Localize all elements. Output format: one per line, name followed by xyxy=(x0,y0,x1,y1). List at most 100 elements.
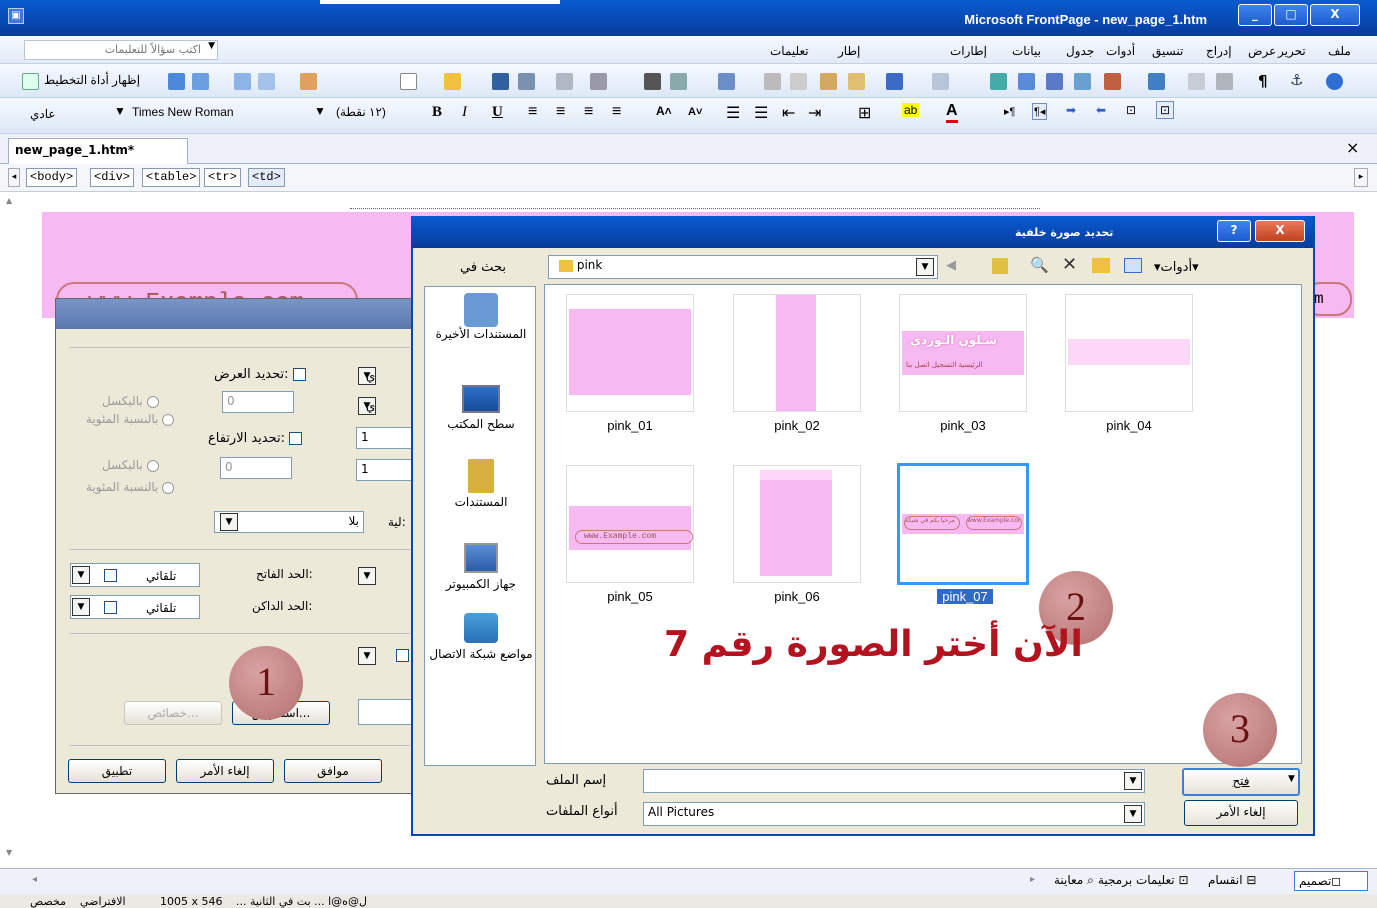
help-button[interactable]: ? xyxy=(1217,220,1251,242)
paste-icon[interactable] xyxy=(820,73,837,90)
back-icon[interactable]: ◀ xyxy=(946,258,956,273)
save-icon[interactable] xyxy=(492,73,509,90)
help-icon[interactable] xyxy=(1326,73,1343,90)
outdent-icon[interactable]: ⇤ xyxy=(782,103,795,123)
preview-icon[interactable] xyxy=(670,73,687,90)
scroll-left-icon[interactable]: ◂ xyxy=(32,874,37,885)
tag-table[interactable]: <table> xyxy=(142,168,201,187)
pilcrow-icon[interactable]: ¶ xyxy=(1258,72,1268,90)
scroll-right-icon[interactable]: ▸ xyxy=(1030,874,1035,885)
height-pct-radio[interactable]: بالنسبة المئوية xyxy=(86,480,175,494)
underline-icon[interactable]: U xyxy=(492,104,503,121)
frontpage-app-icon[interactable]: ▣ xyxy=(8,8,24,24)
bullets-icon[interactable]: ☰ xyxy=(754,103,768,123)
chevron-down-icon[interactable]: ▼ xyxy=(358,647,376,665)
menu-data[interactable]: بيانات xyxy=(1012,44,1041,58)
font-select-chevron-icon[interactable]: ▼ xyxy=(114,104,126,118)
menu-view[interactable]: عرض xyxy=(1248,44,1276,58)
tab-preview[interactable]: معاينة ⌕ xyxy=(1054,873,1094,888)
menu-help[interactable]: تعليمات xyxy=(770,44,809,58)
menu-file[interactable]: ملف xyxy=(1328,44,1351,58)
show-layout-tool[interactable]: إظهار أداة التخطيط xyxy=(44,73,140,87)
file-thumb-pink-03[interactable]: شـلون الـوردي الرئيسية التسجيل اتصل بنا xyxy=(899,294,1027,412)
scroll-up-icon[interactable]: ▲ xyxy=(6,196,12,205)
tab-split[interactable]: انقسام ⊟ xyxy=(1208,873,1256,887)
menu-frame[interactable]: إطار xyxy=(838,44,860,58)
delete-icon[interactable]: ✕ xyxy=(1062,254,1077,275)
chevron-down-icon[interactable]: ▼ xyxy=(1124,805,1142,823)
height-checkbox-label[interactable]: تحديد الارتفاع: xyxy=(208,431,303,446)
increase-font-icon[interactable]: A˄ xyxy=(656,104,672,118)
table-tool-icon[interactable] xyxy=(168,73,185,90)
anchor-icon[interactable]: ⚓ xyxy=(1290,71,1303,89)
insert-table-icon[interactable] xyxy=(1018,73,1035,90)
file-label[interactable]: pink_03 xyxy=(899,418,1027,433)
file-thumb-pink-05[interactable]: www.Example.com xyxy=(566,465,694,583)
drawing-icon[interactable] xyxy=(1104,73,1121,90)
file-label[interactable]: pink_04 xyxy=(1065,418,1193,433)
folders-icon[interactable] xyxy=(590,73,607,90)
place-recent[interactable]: المستندات الأخيرة xyxy=(425,293,537,341)
width-input[interactable]: 0 xyxy=(222,391,294,413)
menu-tools[interactable]: أدوات xyxy=(1106,44,1135,58)
decrease-font-icon[interactable]: A˅ xyxy=(688,106,702,118)
height-checkbox[interactable] xyxy=(289,432,303,445)
layer-icon[interactable] xyxy=(1046,73,1063,90)
new-folder-icon[interactable] xyxy=(1092,258,1110,273)
chevron-down-icon[interactable]: ▼ xyxy=(916,258,934,276)
picture-path-input[interactable] xyxy=(358,699,414,725)
width-px-radio[interactable]: بالبكسل xyxy=(102,394,159,408)
font-chevron-icon[interactable]: ▼ xyxy=(314,104,326,118)
menu-table[interactable]: جدول xyxy=(1066,44,1094,58)
justify-icon[interactable]: ≡ xyxy=(612,103,621,121)
minimize-button[interactable]: _ xyxy=(1238,4,1272,26)
apply-button[interactable]: تطبيق xyxy=(68,759,166,783)
tab-code[interactable]: تعليمات برمجية ⊡ xyxy=(1098,873,1189,887)
tag-scroll-left-icon[interactable]: ◂ xyxy=(8,168,20,187)
maximize-button[interactable]: □ xyxy=(1274,4,1308,26)
cell-tool-icon[interactable] xyxy=(192,73,209,90)
place-desktop[interactable]: سطح المكتب xyxy=(425,385,537,431)
menu-insert[interactable]: إدراج xyxy=(1206,44,1232,58)
background-picture-checkbox[interactable] xyxy=(396,649,409,662)
properties-icon[interactable] xyxy=(258,73,275,90)
help-search-input[interactable]: اكتب سؤالاً للتعليمات ▼ xyxy=(24,40,218,60)
tag-body[interactable]: <body> xyxy=(26,168,78,187)
tab-new-page[interactable]: new_page_1.htm* xyxy=(8,138,188,164)
layout-tool-icon[interactable] xyxy=(22,73,39,90)
file-label[interactable]: pink_05 xyxy=(566,589,694,604)
undo-icon[interactable] xyxy=(886,73,903,90)
height-px-radio[interactable]: بالبكسل xyxy=(102,458,159,472)
menu-edit[interactable]: تحرير xyxy=(1278,44,1306,58)
style-select[interactable]: عادي xyxy=(30,107,56,121)
stop-icon[interactable] xyxy=(1216,73,1233,90)
numbering-icon[interactable]: ☰ xyxy=(726,103,740,123)
bold-icon[interactable]: B xyxy=(432,104,442,121)
open-chevron-icon[interactable]: ▼ xyxy=(1288,774,1295,784)
format-painter-icon[interactable] xyxy=(848,73,865,90)
cut-icon[interactable] xyxy=(764,73,781,90)
tag-scroll-right-icon[interactable]: ▸ xyxy=(1354,168,1368,187)
open-folder-icon[interactable] xyxy=(444,73,461,90)
file-thumb-pink-07[interactable]: مرحبا بكم في شبكة www.Example.com xyxy=(897,463,1029,585)
highlight-icon[interactable]: ab xyxy=(902,103,920,117)
borders-icon[interactable]: ⊞ xyxy=(858,103,871,123)
menu-frames[interactable]: إطارات xyxy=(950,44,987,58)
hyperlink-icon[interactable] xyxy=(1148,73,1165,90)
fill-icon[interactable] xyxy=(300,73,317,90)
properties-button[interactable]: خصائص... xyxy=(124,701,222,725)
close-button[interactable]: X xyxy=(1310,4,1360,26)
width-checkbox-label[interactable]: تحديد العرض: xyxy=(214,367,306,382)
page-rtl-icon[interactable]: ⊡ xyxy=(1156,101,1175,119)
file-dialog-close-button[interactable]: X xyxy=(1255,220,1305,242)
page-ltr-icon[interactable]: ⊡ xyxy=(1126,103,1136,117)
file-label[interactable]: pink_02 xyxy=(733,418,861,433)
italic-icon[interactable]: I xyxy=(462,104,467,121)
arrow-left-icon[interactable]: ⬅ xyxy=(1096,103,1106,117)
cell-spacing-input[interactable]: 1 xyxy=(356,459,412,481)
tag-tr[interactable]: <tr> xyxy=(204,168,241,187)
look-in-select[interactable]: pink xyxy=(548,255,938,279)
file-cancel-button[interactable]: إلغاء الأمر xyxy=(1184,800,1298,826)
filetype-select[interactable]: All Pictures xyxy=(643,802,1145,826)
file-label[interactable]: pink_06 xyxy=(733,589,861,604)
